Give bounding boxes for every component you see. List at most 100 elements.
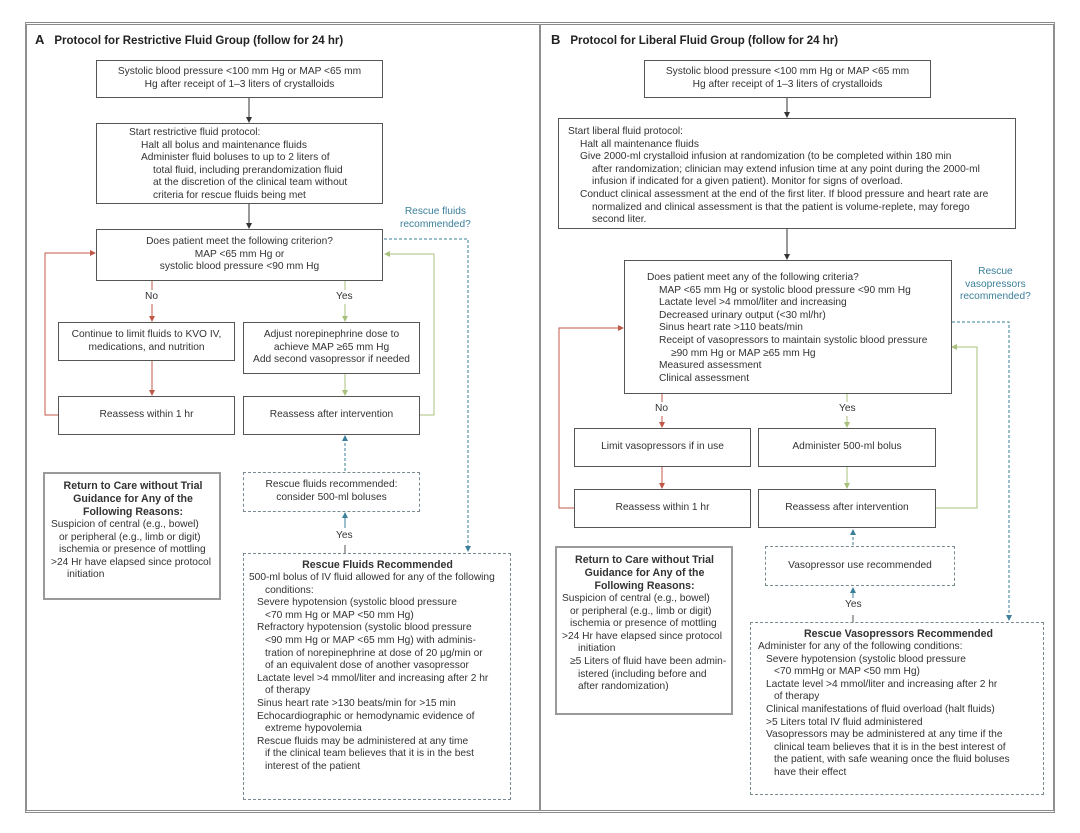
text-line: at the discretion of the clinical team w… <box>153 177 348 189</box>
b-decision-heading: Does patient meet any of the following c… <box>647 272 859 283</box>
b-reassess-yes-text: Reassess after intervention <box>785 502 909 514</box>
text-line: Lactate level >4 mmol/liter and increasi… <box>659 297 847 309</box>
text-line: >24 Hr have elapsed since protocol <box>562 630 722 642</box>
b-reassess-no-box: Reassess within 1 hr <box>574 489 751 528</box>
a-rescue-question-line: recommended? <box>400 218 471 230</box>
text-line: MAP <65 mm Hg or systolic blood pressure… <box>659 284 911 296</box>
a-return-heading-line: Following Reasons: <box>82 506 184 518</box>
text-line: Sinus heart rate >130 beats/min for >15 … <box>257 697 456 709</box>
b-rescue-question-line: recommended? <box>960 291 1031 303</box>
a-yes-action-line: Add second vasopressor if needed <box>253 354 410 366</box>
text-line: Receipt of vasopressors to maintain syst… <box>659 334 928 346</box>
a-yes-action-box: Adjust norepinephrine dose to achieve MA… <box>243 322 420 374</box>
b-start-heading: Start liberal fluid protocol: <box>568 126 683 137</box>
a-return-lines: Suspicion of central (e.g., bowel) or per… <box>51 519 215 582</box>
a-rescue-question: Rescue fluids recommended? <box>400 206 471 231</box>
b-decision-lines: MAP <65 mm Hg or systolic blood pressure… <box>647 285 951 386</box>
text-line: Decreased urinary output (<30 ml/hr) <box>659 309 826 321</box>
b-start-box: Start liberal fluid protocol: Halt all m… <box>558 118 1016 229</box>
a-return-box: Return to Care without Trial Guidance fo… <box>43 472 221 600</box>
a-entry-line: Systolic blood pressure <100 mm Hg or MA… <box>117 66 362 78</box>
text-line: total fluid, including prerandomization … <box>153 164 343 176</box>
b-rescue-question-line: vasopressors <box>965 278 1026 290</box>
text-line: ischemia or presence of mottling <box>59 544 206 556</box>
text-line: <90 mm Hg or MAP <65 mm Hg) with adminis… <box>265 634 476 646</box>
text-line: ischemia or presence of mottling <box>570 618 717 630</box>
text-line: >5 Liters total IV fluid administered <box>766 716 923 728</box>
b-return-heading: Return to Care without Trial Guidance fo… <box>562 554 727 593</box>
panel-b-letter: B <box>551 32 561 47</box>
b-rescue-question-line: Rescue <box>978 266 1013 277</box>
text-line: Administer fluid boluses to up to 2 lite… <box>141 152 330 164</box>
a-return-heading-line: Guidance for Any of the <box>73 493 193 505</box>
text-line: of an equivalent dose of another vasopre… <box>265 660 469 672</box>
b-start-lines: Halt all maintenance fluids Give 2000-ml … <box>568 139 1015 227</box>
panel-divider <box>539 24 541 811</box>
text-line: Refractory hypotension (systolic blood p… <box>257 622 472 634</box>
a-start-box: Start restrictive fluid protocol: Halt a… <box>96 123 383 204</box>
b-rescue-question: Rescue vasopressors recommended? <box>960 266 1031 304</box>
text-line: or peripheral (e.g., limb or digit) <box>570 605 712 617</box>
a-yes-action-line: Adjust norepinephrine dose to <box>263 329 400 341</box>
b-yes-label: Yes <box>839 403 856 414</box>
a-reassess-yes-box: Reassess after intervention <box>243 396 420 435</box>
a-yes-action-line: achieve MAP ≥65 mm Hg <box>273 341 390 353</box>
a-no-label: No <box>145 291 159 302</box>
text-line: interest of the patient <box>265 760 361 772</box>
text-line: Clinical assessment <box>659 372 750 384</box>
text-line: Suspicion of central (e.g., bowel) <box>562 593 710 604</box>
a-no-action-line: medications, and nutrition <box>88 341 205 353</box>
b-no-label: No <box>655 403 669 414</box>
a-rescue-lines: 500-ml bolus of IV fluid allowed for any… <box>249 572 506 774</box>
b-rescue-box: Rescue Vasopressors Recommended Administ… <box>750 622 1044 795</box>
b-decision-box: Does patient meet any of the following c… <box>624 260 952 394</box>
text-line: of therapy <box>774 691 820 703</box>
a-no-action-line: Continue to limit fluids to KVO IV, <box>71 328 222 340</box>
a-reassess-no-text: Reassess within 1 hr <box>99 409 194 421</box>
text-line: or peripheral (e.g., limb or digit) <box>59 531 201 543</box>
text-line: Conduct clinical assessment at the end o… <box>580 188 989 200</box>
panel-b-title-text: Protocol for Liberal Fluid Group (follow… <box>570 35 839 47</box>
b-reassess-yes-box: Reassess after intervention <box>758 489 936 528</box>
a-decision-box: Does patient meet the following criterio… <box>96 229 383 281</box>
text-line: Severe hypotension (systolic blood press… <box>766 653 966 665</box>
a-yes-label: Yes <box>336 291 353 302</box>
text-line: Administer for any of the following cond… <box>758 641 963 652</box>
text-line: clinical team believes that it is in the… <box>774 741 1006 753</box>
text-line: Measured assessment <box>659 360 762 372</box>
b-rescue-heading: Rescue Vasopressors Recommended <box>803 628 993 640</box>
b-rescue-short-box: Vasopressor use recommended <box>765 546 955 586</box>
a-return-heading: Return to Care without Trial Guidance fo… <box>51 480 215 519</box>
b-return-lines: Suspicion of central (e.g., bowel) or per… <box>562 593 727 694</box>
a-rescue-question-line: Rescue fluids <box>404 206 466 217</box>
text-line: Severe hypotension (systolic blood press… <box>257 597 457 609</box>
text-line: ≥90 mm Hg or MAP ≥65 mm Hg <box>671 347 816 359</box>
panel-a-letter: A <box>35 32 45 47</box>
text-line: <70 mm Hg or MAP <50 mm Hg) <box>265 609 414 621</box>
a-entry-line: Hg after receipt of 1–3 liters of crysta… <box>144 79 335 90</box>
b-rescue-lines: Administer for any of the following cond… <box>758 641 1039 780</box>
a-entry-box: Systolic blood pressure <100 mm Hg or MA… <box>96 60 383 98</box>
text-line: if the clinical team believes that it is… <box>265 748 474 760</box>
text-line: tration of norepinephrine at dose of 20 … <box>265 647 483 659</box>
text-line: initiation <box>67 569 105 581</box>
b-entry-box: Systolic blood pressure <100 mm Hg or MA… <box>644 60 931 98</box>
a-rescue-short-box: Rescue fluids recommended: consider 500-… <box>243 472 420 512</box>
a-reassess-yes-text: Reassess after intervention <box>269 409 394 421</box>
panel-a-title-text: Protocol for Restrictive Fluid Group (fo… <box>54 35 344 47</box>
text-line: ≥5 Liters of fluid have been admin- <box>570 655 727 667</box>
text-line: Rescue fluids may be administered at any… <box>257 735 469 747</box>
b-entry-line: Systolic blood pressure <100 mm Hg or MA… <box>665 66 910 78</box>
b-return-heading-line: Guidance for Any of the <box>584 567 705 579</box>
b-return-box: Return to Care without Trial Guidance fo… <box>555 546 733 715</box>
text-line: have their effect <box>774 766 847 778</box>
a-start-heading: Start restrictive fluid protocol: <box>129 127 261 138</box>
text-line: Give 2000-ml crystalloid infusion at ran… <box>580 151 952 163</box>
a-no-action-box: Continue to limit fluids to KVO IV, medi… <box>58 322 235 361</box>
b-return-heading-line: Return to Care without Trial <box>575 554 714 566</box>
a-decision-line: Does patient meet the following criterio… <box>146 236 333 248</box>
b-rescue-short-text: Vasopressor use recommended <box>788 559 932 571</box>
text-line: Echocardiographic or hemodynamic evidenc… <box>257 710 475 722</box>
a-rescue-short-line: consider 500-ml boluses <box>276 492 387 503</box>
text-line: normalized and clinical assessment is th… <box>592 201 970 213</box>
